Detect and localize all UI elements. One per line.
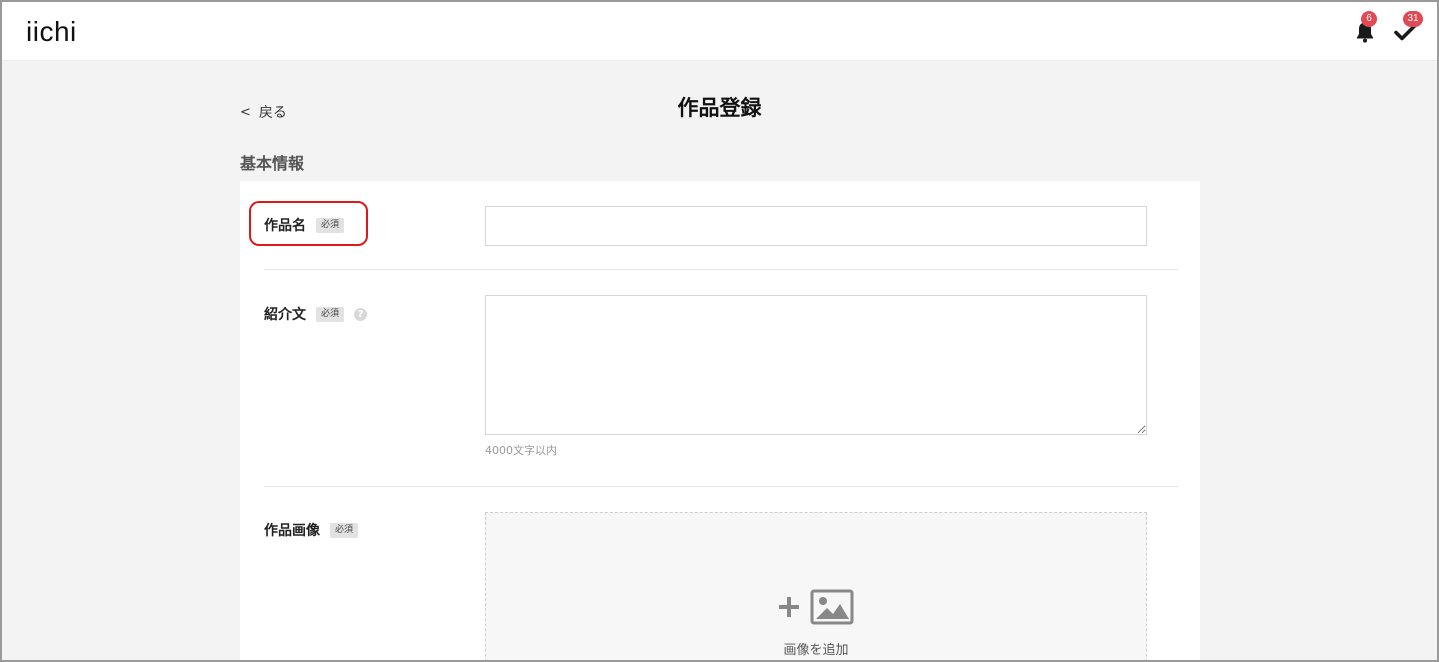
required-badge: 必須 <box>316 217 345 233</box>
description-textarea[interactable] <box>485 295 1147 435</box>
divider <box>264 486 1178 487</box>
image-dropzone[interactable]: 画像を追加 <box>485 512 1147 660</box>
description-field-label: 紹介文 必須 ? <box>264 304 368 324</box>
description-hint: 4000文字以内 <box>485 444 557 457</box>
section-title: 基本情報 <box>240 154 305 173</box>
divider <box>264 269 1178 270</box>
notifications-badge: 6 <box>1361 11 1377 27</box>
image-field-label: 作品画像 必須 <box>264 520 359 540</box>
logo[interactable]: iichi <box>26 16 77 48</box>
top-header: iichi 6 31 <box>2 2 1437 61</box>
page-title: 作品登録 <box>677 96 762 120</box>
notifications-button[interactable]: 6 <box>1353 11 1379 46</box>
add-image-label: 画像を追加 <box>783 643 849 658</box>
required-badge: 必須 <box>316 306 345 322</box>
add-image-icons <box>778 589 854 625</box>
image-label-text: 作品画像 <box>264 523 320 539</box>
tasks-badge: 31 <box>1403 11 1423 27</box>
basic-info-card: 作品名 必須 紹介文 必須 ? 4000文字以内 作品画像 必須 画像を追加 <box>240 181 1200 660</box>
title-input[interactable] <box>485 206 1147 246</box>
plus-icon <box>779 597 799 617</box>
tasks-button[interactable]: 31 <box>1393 11 1423 46</box>
image-icon <box>810 589 854 625</box>
required-badge: 必須 <box>330 522 359 538</box>
question-icon[interactable]: ? <box>354 307 368 321</box>
title-label-text: 作品名 <box>264 218 306 234</box>
description-label-text: 紹介文 <box>264 307 306 323</box>
title-field-label: 作品名 必須 <box>264 215 345 235</box>
app-frame: iichi 6 31 < 戻る 作品登録 基本情報 作品名 必須 紹介文 必須 … <box>0 0 1439 662</box>
